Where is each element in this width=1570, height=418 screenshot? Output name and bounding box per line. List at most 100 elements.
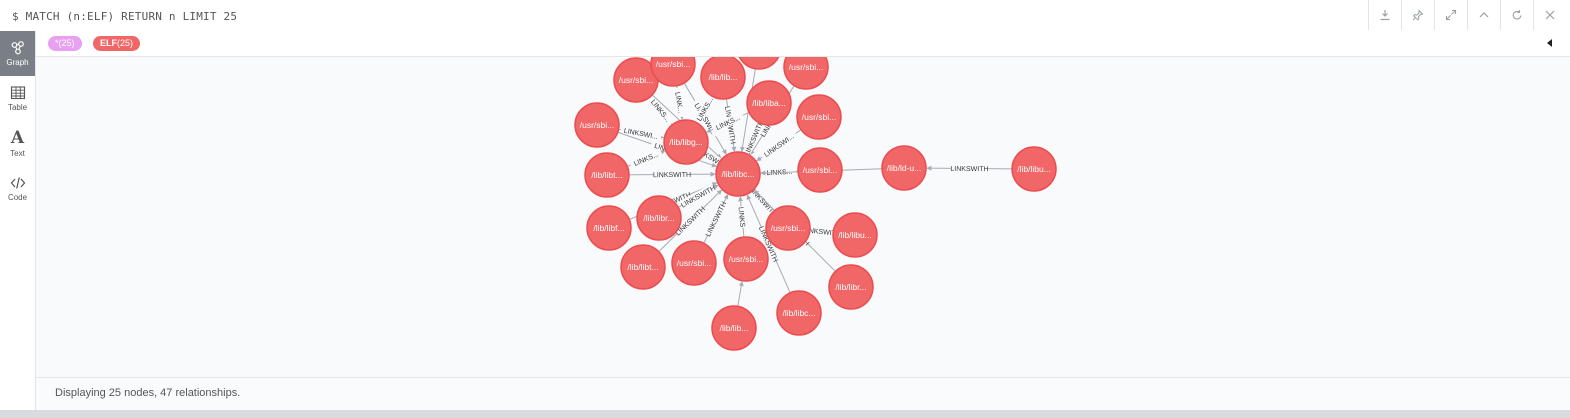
- graph-node-n24[interactable]: /lib/lib...: [711, 305, 757, 351]
- code-icon: [10, 177, 25, 189]
- node-circle[interactable]: [737, 57, 781, 70]
- status-text: Displaying 25 nodes, 47 relationships.: [55, 387, 241, 399]
- relationship-2[interactable]: LINK...: [673, 85, 687, 120]
- node-label: /lib/libu...: [1017, 164, 1051, 174]
- relationship-0[interactable]: LINKS...: [647, 94, 675, 126]
- relationship-label: LINKSWITH: [950, 166, 988, 173]
- elf-label-pill[interactable]: ELF(25): [93, 36, 141, 51]
- node-label: /lib/libg...: [669, 137, 703, 147]
- fullscreen-button[interactable]: [1434, 0, 1467, 30]
- collapse-up-icon: [1479, 12, 1489, 18]
- graph-node-n7[interactable]: /usr/sbi...: [796, 94, 842, 140]
- relationship-15[interactable]: LINKS...: [627, 148, 666, 169]
- node-label: /usr/sbi...: [619, 75, 653, 85]
- nav-table[interactable]: Table: [0, 76, 35, 121]
- relationship-label: LINKSWITH: [653, 172, 691, 179]
- expand-icon: [1445, 9, 1457, 21]
- node-label: /lib/lib...: [720, 323, 749, 333]
- rerun-icon: [1512, 10, 1522, 20]
- nav-graph-label: Graph: [6, 58, 29, 67]
- frame-header: $ MATCH (n:ELF) RETURN n LIMIT 25: [0, 0, 1570, 32]
- relationship-24[interactable]: LINKSWITH: [703, 194, 729, 244]
- nav-code-label: Code: [7, 193, 28, 202]
- graph-node-n4[interactable]: [737, 57, 781, 70]
- graph-node-n15[interactable]: /lib/libf...: [586, 205, 632, 251]
- nav-text[interactable]: A Text: [0, 121, 35, 166]
- node-label: /lib/libu...: [838, 230, 872, 240]
- graph-node-n13[interactable]: /lib/ld-u...: [881, 145, 927, 191]
- graph-svg[interactable]: LINKS... LINK... LINKSWI...LINKS...LINKSWI…: [36, 57, 1570, 377]
- download-icon: [1380, 10, 1390, 21]
- relationship-line[interactable]: [737, 281, 744, 307]
- node-label: /lib/ld-u...: [887, 163, 922, 173]
- pin-icon: [1412, 9, 1424, 21]
- bottom-strip: [0, 410, 1570, 418]
- text-icon: A: [10, 127, 25, 148]
- node-label: /usr/sbi...: [580, 120, 614, 130]
- relationship-28[interactable]: [737, 281, 744, 307]
- result-frame: $ MATCH (n:ELF) RETURN n LIMIT 25 Graph …: [0, 0, 1570, 411]
- node-label: /usr/sbi...: [729, 254, 763, 264]
- relationship-label: LINKSWITH: [705, 201, 728, 238]
- node-label: /usr/sbi...: [802, 112, 836, 122]
- graph-node-n17[interactable]: /usr/sbi...: [765, 205, 811, 251]
- node-label: /lib/libc...: [782, 308, 815, 318]
- graph-node-n3[interactable]: /lib/lib...: [700, 57, 746, 100]
- node-label: /lib/lib...: [709, 72, 738, 82]
- node-label: /lib/libt...: [591, 170, 622, 180]
- graph-node-n12[interactable]: /lib/libc...: [715, 151, 761, 197]
- table-icon: [10, 86, 25, 100]
- query-text[interactable]: $ MATCH (n:ELF) RETURN n LIMIT 25: [12, 10, 237, 23]
- relationship-label: LINKS: [737, 207, 746, 228]
- relationship-label: LINKSWI...: [763, 133, 795, 159]
- all-nodes-pill[interactable]: *(25): [48, 36, 82, 51]
- node-label: /lib/libr...: [835, 282, 866, 292]
- graph-node-n22[interactable]: /lib/libr...: [828, 264, 874, 310]
- close-icon: [1545, 10, 1555, 20]
- node-label: /lib/libt...: [627, 262, 658, 272]
- node-label: /lib/libr...: [643, 213, 674, 223]
- graph-node-n21[interactable]: /usr/sbi...: [723, 236, 769, 282]
- node-label: /lib/libf...: [593, 223, 624, 233]
- node-label: /lib/liba...: [752, 98, 786, 108]
- graph-node-n8[interactable]: /usr/sbi...: [574, 102, 620, 148]
- node-label: /usr/sbi...: [803, 165, 837, 175]
- relationship-18[interactable]: LINKSWITH: [926, 163, 1013, 173]
- node-label: /usr/sbi...: [656, 59, 690, 69]
- graph-node-n9[interactable]: /lib/libg...: [663, 119, 709, 165]
- node-label: /lib/libc...: [721, 169, 754, 179]
- frame-toolbar: [1368, 0, 1566, 30]
- graph-canvas[interactable]: LINKS... LINK... LINKSWI... LINKS... LINKSWI…: [36, 57, 1570, 377]
- toggle-panel-icon[interactable]: [1547, 39, 1552, 47]
- node-label: /usr/sbi...: [771, 223, 805, 233]
- graph-node-n11[interactable]: /lib/libt...: [584, 152, 630, 198]
- relationship-25[interactable]: LINKS: [737, 196, 748, 238]
- graph-node-n20[interactable]: /usr/sbi...: [671, 240, 717, 286]
- graph-node-n19[interactable]: /lib/libt...: [620, 244, 666, 290]
- node-label: /usr/sbi...: [677, 258, 711, 268]
- elf-pill-count: (25): [117, 38, 134, 48]
- nav-text-label: Text: [10, 148, 25, 158]
- view-switcher: Graph Table A Text Code: [0, 31, 36, 410]
- graph-node-n14[interactable]: /lib/libu...: [1011, 146, 1057, 192]
- graph-icon: [11, 41, 24, 55]
- graph-node-n6[interactable]: /lib/liba...: [746, 80, 792, 126]
- close-button[interactable]: [1533, 0, 1566, 30]
- nav-code[interactable]: Code: [0, 166, 35, 211]
- graph-node-n18[interactable]: /lib/libu...: [832, 212, 878, 258]
- download-button[interactable]: [1368, 0, 1401, 30]
- nav-graph[interactable]: Graph: [0, 31, 35, 76]
- graph-node-n10[interactable]: /usr/sbi...: [797, 147, 843, 193]
- rerun-button[interactable]: [1500, 0, 1533, 30]
- collapse-button[interactable]: [1467, 0, 1500, 30]
- graph-node-n16[interactable]: /lib/libr...: [636, 195, 682, 241]
- relationship-16[interactable]: LINKSWITH: [628, 169, 716, 179]
- node-label: /usr/sbi...: [789, 62, 823, 72]
- status-bar: Displaying 25 nodes, 47 relationships.: [36, 377, 1570, 410]
- graph-node-n23[interactable]: /lib/libc...: [776, 290, 822, 336]
- nav-table-label: Table: [7, 103, 28, 112]
- relationship-11[interactable]: LINKSWI...: [618, 125, 665, 141]
- graph-node-n5[interactable]: /usr/sbi...: [783, 57, 829, 90]
- elf-pill-label: ELF: [100, 38, 117, 48]
- pin-button[interactable]: [1401, 0, 1434, 30]
